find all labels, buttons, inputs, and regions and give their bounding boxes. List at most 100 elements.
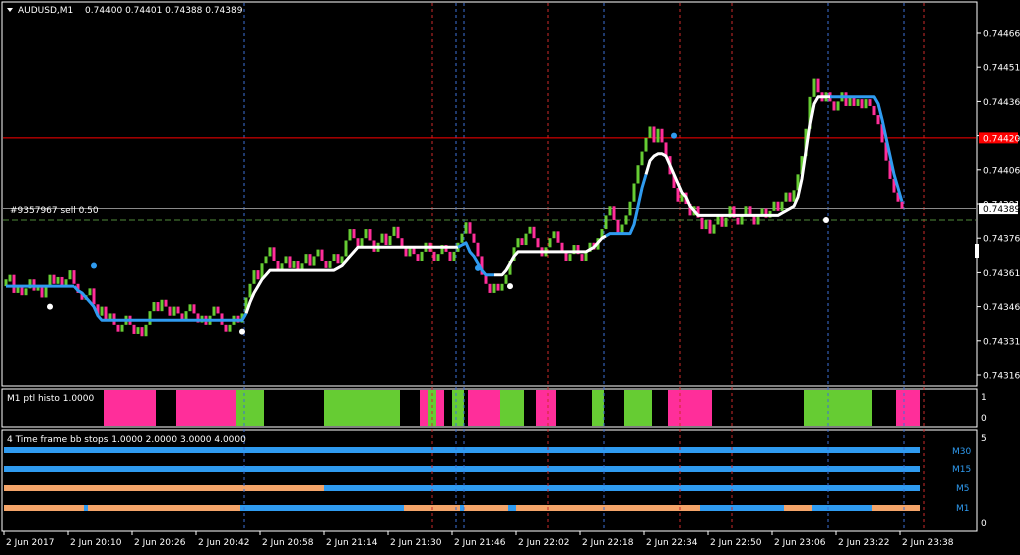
current-price-label: 0.74389 — [983, 205, 1020, 215]
price-bar — [344, 240, 348, 257]
price-bar — [132, 324, 136, 334]
row-label-m1: M1 — [956, 504, 970, 514]
price-bar — [736, 217, 740, 225]
price-bar — [608, 206, 612, 216]
stops-panel-border — [1, 429, 978, 532]
price-bar — [416, 254, 420, 261]
price-bar — [420, 251, 424, 261]
stop-line-segment — [72, 285, 248, 322]
stop-row-segment — [812, 505, 872, 511]
stop-line-segment — [830, 95, 904, 203]
y-tick-label: 0.74316 — [983, 372, 1020, 382]
price-bar — [856, 99, 860, 106]
signal-dot — [671, 132, 677, 139]
price-bar — [304, 254, 308, 264]
y-tick-label: 0.74361 — [983, 269, 1020, 279]
price-bar — [172, 306, 176, 316]
price-bar — [120, 324, 124, 332]
price-bar — [812, 78, 816, 97]
price-bar — [448, 251, 452, 261]
price-bar — [68, 270, 72, 280]
price-bar — [44, 286, 48, 298]
price-bar — [556, 231, 560, 243]
price-bar — [468, 222, 472, 234]
scroll-handle[interactable] — [975, 244, 979, 258]
price-bar — [816, 78, 820, 93]
stop-row-segment — [4, 505, 84, 511]
price-bar — [52, 274, 56, 284]
x-tick-label: 2 Jun 21:14 — [326, 538, 378, 548]
price-bar — [496, 283, 500, 291]
signal-dot — [507, 283, 513, 290]
price-bar — [784, 192, 788, 202]
stop-line-segment — [644, 95, 830, 217]
price-bar — [252, 270, 256, 284]
stop-rows — [4, 447, 920, 511]
price-bar — [552, 231, 556, 239]
price-bar — [476, 242, 480, 257]
price-bar — [40, 286, 44, 298]
y-tick-label: 0.74346 — [983, 303, 1020, 313]
price-bar — [188, 304, 192, 312]
histo-title: M1 ptl histo 1.0000 — [7, 394, 95, 404]
price-bar — [700, 217, 704, 230]
chart-menu-icon[interactable] — [7, 8, 13, 12]
price-bar — [776, 201, 780, 211]
x-tick-label: 2 Jun 23:22 — [838, 538, 889, 548]
price-bar — [640, 151, 644, 166]
price-bar — [792, 190, 796, 202]
price-bar — [864, 99, 868, 109]
price-bar — [504, 274, 508, 284]
price-bar — [160, 299, 164, 312]
stop-line-segment — [244, 245, 458, 314]
x-tick-label: 2 Jun 2017 — [6, 538, 54, 548]
price-bar — [288, 256, 292, 268]
x-tick-label: 2 Jun 20:58 — [262, 538, 314, 548]
price-bar — [384, 233, 388, 246]
price-bar — [900, 201, 904, 209]
stops-scale-bottom: 0 — [981, 519, 987, 529]
histo-block — [104, 390, 156, 426]
price-bar — [452, 251, 456, 261]
price-bar — [8, 274, 12, 282]
x-tick-label: 2 Jun 22:18 — [582, 538, 634, 548]
price-bar — [348, 229, 352, 241]
price-bar — [136, 327, 140, 334]
x-tick-label: 2 Jun 22:34 — [646, 538, 698, 548]
histo-block — [420, 390, 428, 426]
price-bar — [12, 274, 16, 293]
price-bar — [624, 215, 628, 225]
price-bar — [660, 128, 664, 143]
price-bar — [832, 101, 836, 111]
price-bar — [500, 283, 504, 291]
price-bar — [656, 128, 660, 143]
price-bar — [704, 219, 708, 230]
price-bar — [712, 224, 716, 234]
histo-block — [896, 390, 920, 426]
price-bar — [788, 192, 792, 202]
price-bar — [352, 229, 356, 239]
price-bar — [628, 201, 632, 216]
price-bar — [528, 226, 532, 234]
price-bar — [524, 233, 528, 246]
x-tick-label: 2 Jun 22:50 — [710, 538, 762, 548]
x-tick-label: 2 Jun 23:38 — [902, 538, 954, 548]
price-bar — [24, 288, 28, 296]
stop-row-segment — [460, 505, 464, 511]
trade-label[interactable]: #9357967 sell 0.50 — [10, 206, 99, 216]
price-bar — [436, 254, 440, 261]
main-panel-border — [1, 1, 978, 387]
price-bar — [392, 226, 396, 236]
price-bar — [140, 327, 144, 337]
stops-title: 4 Time frame bb stops 1.0000 2.0000 3.00… — [7, 435, 246, 445]
price-bar — [336, 254, 340, 264]
price-bar — [216, 306, 220, 314]
stop-row-segment — [4, 466, 920, 472]
price-bar — [176, 306, 180, 314]
price-bar — [72, 270, 76, 284]
price-bar — [212, 306, 216, 316]
stop-row-segment — [88, 505, 240, 511]
signal-dot — [239, 328, 245, 335]
stop-row-segment — [324, 485, 920, 491]
price-bar — [644, 137, 648, 152]
